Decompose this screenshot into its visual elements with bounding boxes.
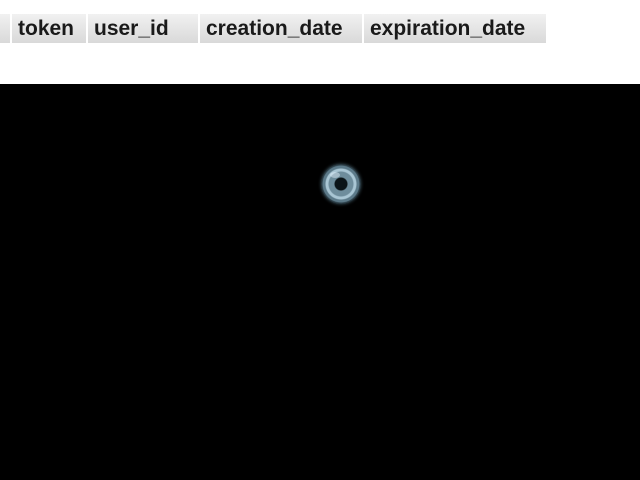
table-header-row: token user_id creation_date expiration_d… xyxy=(0,14,546,43)
loading-spinner-icon xyxy=(321,164,361,204)
column-header-expiration-date[interactable]: expiration_date xyxy=(364,14,546,43)
column-header-leading[interactable] xyxy=(0,14,12,43)
loading-overlay xyxy=(0,84,640,480)
column-header-token[interactable]: token xyxy=(12,14,88,43)
column-header-creation-date[interactable]: creation_date xyxy=(200,14,364,43)
column-header-user-id[interactable]: user_id xyxy=(88,14,200,43)
table-header-area: token user_id creation_date expiration_d… xyxy=(0,0,640,84)
